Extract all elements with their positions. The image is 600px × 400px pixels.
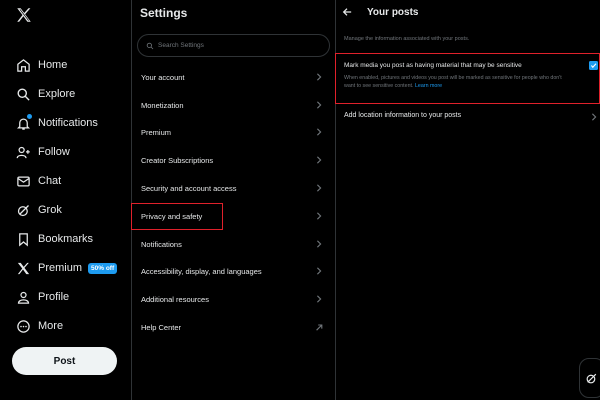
settings-item-label: Notifications (141, 239, 182, 249)
settings-item-label: Your account (141, 72, 185, 82)
chevron-right-icon (317, 184, 322, 192)
chevron-right-icon (317, 212, 322, 220)
settings-item-accessibility[interactable]: Accessibility, display, and languages (133, 260, 333, 282)
settings-item-label: Help Center (141, 322, 182, 332)
settings-item-security[interactable]: Security and account access (133, 177, 333, 199)
highlight-box-sensitive (335, 53, 600, 104)
settings-item-notifications[interactable]: Notifications (133, 233, 333, 255)
nav-notifications[interactable]: Notifications (15, 112, 98, 134)
settings-title: Settings (140, 6, 188, 20)
settings-item-label: Accessibility, display, and languages (141, 266, 262, 276)
mail-icon (15, 173, 31, 189)
nav-label: Follow (38, 146, 70, 158)
chevron-right-icon (317, 267, 322, 275)
chevron-right-icon (317, 295, 322, 303)
settings-item-your-account[interactable]: Your account (133, 66, 333, 88)
settings-item-additional-resources[interactable]: Additional resources (133, 288, 333, 310)
notification-dot (27, 114, 32, 119)
chevron-right-icon (592, 113, 597, 121)
search-input[interactable] (158, 42, 318, 49)
premium-badge: 50% off (88, 262, 118, 274)
nav-grok[interactable]: Grok (15, 199, 62, 221)
nav-follow[interactable]: Follow (15, 141, 70, 163)
nav-profile[interactable]: Profile (15, 286, 69, 308)
chevron-right-icon (317, 128, 322, 136)
page-description: Manage the information associated with y… (344, 36, 470, 42)
more-icon (15, 318, 31, 334)
highlight-box-privacy (131, 203, 223, 230)
settings-item-label: Additional resources (141, 294, 209, 304)
grok-icon (15, 202, 31, 218)
settings-item-label: Monetization (141, 100, 184, 110)
settings-item-label: Security and account access (141, 183, 237, 193)
settings-item-creator-subscriptions[interactable]: Creator Subscriptions (133, 149, 333, 171)
bookmark-icon (15, 231, 31, 247)
nav-label: Premium (38, 262, 83, 274)
nav-label: Grok (38, 204, 62, 216)
nav-label: Explore (38, 88, 76, 100)
page-title: Your posts (367, 7, 419, 18)
nav-home[interactable]: Home (15, 54, 67, 76)
nav-explore[interactable]: Explore (15, 83, 75, 105)
nav-premium[interactable]: Premium 50% off (15, 257, 118, 279)
nav-more[interactable]: More (15, 315, 63, 337)
external-link-icon (316, 324, 323, 331)
settings-column: Settings Your account Monetization Premi… (133, 0, 336, 400)
chevron-right-icon (317, 240, 322, 248)
sidebar-nav: Home Explore Notifications Follow Chat G… (0, 0, 132, 400)
person-icon (15, 289, 31, 305)
chevron-right-icon (317, 156, 322, 164)
chevron-right-icon (317, 73, 322, 81)
search-icon (15, 86, 31, 102)
nav-bookmarks[interactable]: Bookmarks (15, 228, 93, 250)
bell-icon (15, 114, 32, 131)
settings-item-label: Premium (141, 127, 172, 137)
grok-float-button[interactable] (579, 358, 600, 398)
chevron-right-icon (317, 101, 322, 109)
back-arrow-icon[interactable] (342, 7, 352, 17)
x-logo-icon (15, 260, 31, 276)
nav-label: More (38, 320, 64, 332)
x-logo-icon[interactable] (15, 6, 33, 24)
nav-chat[interactable]: Chat (15, 170, 61, 192)
nav-label: Chat (38, 175, 62, 187)
home-icon (15, 57, 31, 73)
settings-item-label: Creator Subscriptions (141, 155, 214, 165)
post-button[interactable]: Post (12, 347, 117, 375)
nav-label: Home (38, 59, 68, 71)
nav-label: Notifications (38, 117, 98, 129)
nav-label: Profile (38, 291, 70, 303)
settings-item-help-center[interactable]: Help Center (133, 316, 333, 338)
settings-item-premium[interactable]: Premium (133, 121, 333, 143)
follow-icon (15, 144, 31, 160)
nav-label: Bookmarks (38, 233, 94, 245)
grok-icon (586, 373, 597, 383)
settings-item-monetization[interactable]: Monetization (133, 94, 333, 116)
settings-search[interactable] (137, 34, 330, 57)
location-setting-row[interactable]: Add location information to your posts (344, 112, 461, 119)
search-icon (146, 42, 154, 49)
